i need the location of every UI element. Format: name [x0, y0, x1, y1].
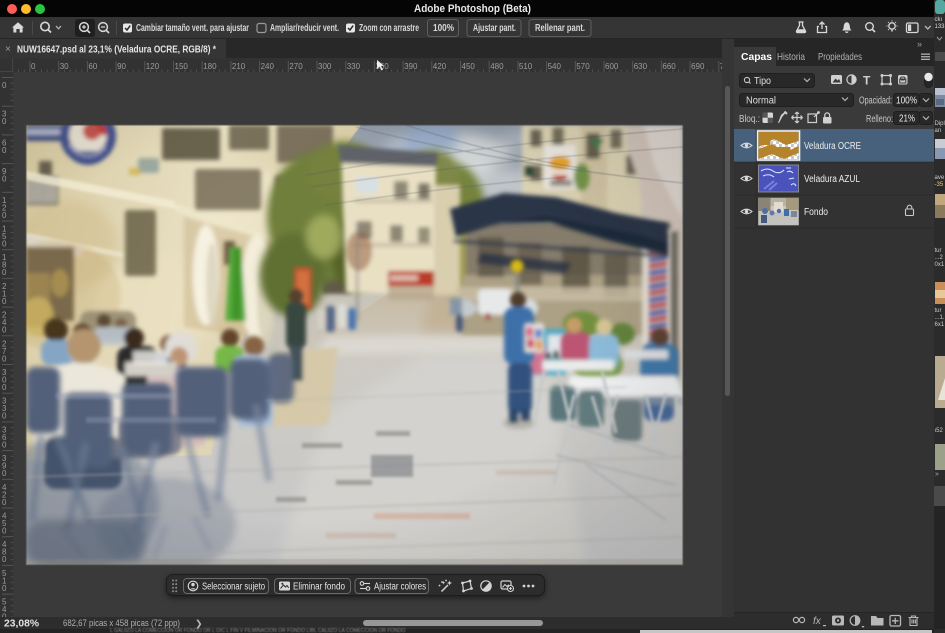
svg-text:Seleccionar sujeto: Seleccionar sujeto	[202, 582, 265, 593]
svg-text:420: 420	[433, 62, 447, 71]
svg-text:T: T	[863, 74, 871, 88]
svg-text:270: 270	[289, 62, 303, 71]
svg-text:×: ×	[5, 44, 11, 55]
svg-text:Rellenar pant.: Rellenar pant.	[535, 23, 585, 34]
svg-text:330: 330	[347, 62, 361, 71]
svg-text:ave: ave	[935, 175, 945, 181]
svg-text:180: 180	[203, 62, 217, 71]
svg-text:0: 0	[2, 146, 7, 155]
svg-text:0: 0	[2, 175, 7, 184]
svg-text:150: 150	[175, 62, 189, 71]
svg-text:tur: tur	[935, 248, 942, 254]
svg-text:ckı: ckı	[935, 17, 943, 23]
svg-text:Tipo: Tipo	[754, 76, 771, 87]
svg-text:570: 570	[576, 62, 590, 71]
svg-text:540: 540	[548, 62, 562, 71]
svg-text:...2: ...2	[935, 255, 944, 261]
svg-text:450: 450	[462, 62, 476, 71]
svg-text:Adobe Photoshop (Beta): Adobe Photoshop (Beta)	[414, 3, 531, 15]
svg-text:0: 0	[2, 211, 7, 220]
svg-text:»: »	[917, 39, 922, 49]
svg-text:0: 0	[2, 297, 7, 306]
svg-text:-35: -35	[935, 182, 944, 188]
svg-text:Veladura OCRE: Veladura OCRE	[804, 141, 861, 152]
svg-text:690: 690	[691, 62, 705, 71]
svg-text:Capas: Capas	[741, 51, 772, 63]
svg-text:Eliminar fondo: Eliminar fondo	[293, 582, 345, 593]
svg-text:Ajustar colores: Ajustar colores	[374, 582, 426, 593]
svg-text:0: 0	[2, 240, 7, 249]
svg-text:Normal: Normal	[746, 96, 776, 107]
svg-text:Bloq.:: Bloq.:	[739, 114, 760, 125]
svg-text:Zoom con arrastre: Zoom con arrastre	[359, 23, 419, 34]
svg-text:Fondo: Fondo	[804, 207, 828, 218]
svg-text:0x1: 0x1	[935, 262, 945, 268]
svg-text:Veladura AZUL: Veladura AZUL	[804, 174, 860, 185]
svg-text:NUW16647.psd al 23,1% (Veladur: NUW16647.psd al 23,1% (Veladura OCRE, RG…	[17, 45, 216, 56]
svg-text:0: 0	[2, 383, 7, 392]
svg-text:510: 510	[519, 62, 533, 71]
svg-text:an: an	[935, 128, 942, 134]
svg-text:0: 0	[2, 440, 7, 449]
svg-text:300: 300	[318, 62, 332, 71]
svg-text:0: 0	[31, 62, 36, 71]
svg-text:Historia: Historia	[777, 51, 805, 63]
svg-text:60: 60	[88, 62, 97, 71]
svg-text:0: 0	[2, 412, 7, 421]
svg-text:21%: 21%	[899, 114, 915, 125]
svg-text:480: 480	[490, 62, 504, 71]
svg-text:0: 0	[2, 326, 7, 335]
svg-text:Ampliar/reducir vent.: Ampliar/reducir vent.	[270, 23, 339, 34]
svg-text:0: 0	[2, 268, 7, 277]
svg-text:120: 120	[146, 62, 160, 71]
svg-text:0: 0	[2, 584, 7, 593]
svg-text:Propiedades: Propiedades	[818, 51, 862, 63]
svg-text:30: 30	[60, 62, 69, 71]
svg-text:Opacidad:: Opacidad:	[859, 96, 892, 107]
svg-text:0: 0	[2, 555, 7, 564]
svg-text:23,08%: 23,08%	[4, 619, 39, 630]
svg-text:100%: 100%	[433, 23, 454, 34]
svg-text:0: 0	[2, 527, 7, 536]
svg-text:90: 90	[117, 62, 126, 71]
svg-text:133: 133	[935, 24, 945, 30]
svg-text:Cambiar tamaño vent. para ajus: Cambiar tamaño vent. para ajustar	[136, 23, 249, 34]
svg-text:600: 600	[605, 62, 619, 71]
svg-text:630: 630	[634, 62, 648, 71]
svg-text:ı52: ı52	[935, 428, 944, 434]
svg-text:fx: fx	[813, 616, 822, 627]
svg-text:0: 0	[2, 117, 7, 126]
svg-text:0: 0	[2, 354, 7, 363]
svg-text:tur: tur	[935, 308, 942, 314]
svg-text:0: 0	[2, 469, 7, 478]
svg-text:»: »	[935, 471, 939, 478]
svg-text:Relleno:: Relleno:	[866, 114, 893, 125]
svg-text:240: 240	[261, 62, 275, 71]
svg-text:100%: 100%	[896, 96, 917, 107]
svg-text:0: 0	[2, 498, 7, 507]
svg-text:210: 210	[232, 62, 246, 71]
svg-text:Dipl: Dipl	[935, 121, 945, 127]
svg-text:682,67 picas x 458 picas (72 p: 682,67 picas x 458 picas (72 ppp)	[63, 618, 180, 628]
svg-text:390: 390	[404, 62, 418, 71]
svg-text:660: 660	[662, 62, 676, 71]
svg-text:6x1: 6x1	[935, 322, 945, 328]
svg-text:0: 0	[2, 81, 7, 90]
svg-text:...1.: ...1.	[935, 315, 945, 321]
svg-text:Ajustar pant.: Ajustar pant.	[473, 23, 516, 34]
